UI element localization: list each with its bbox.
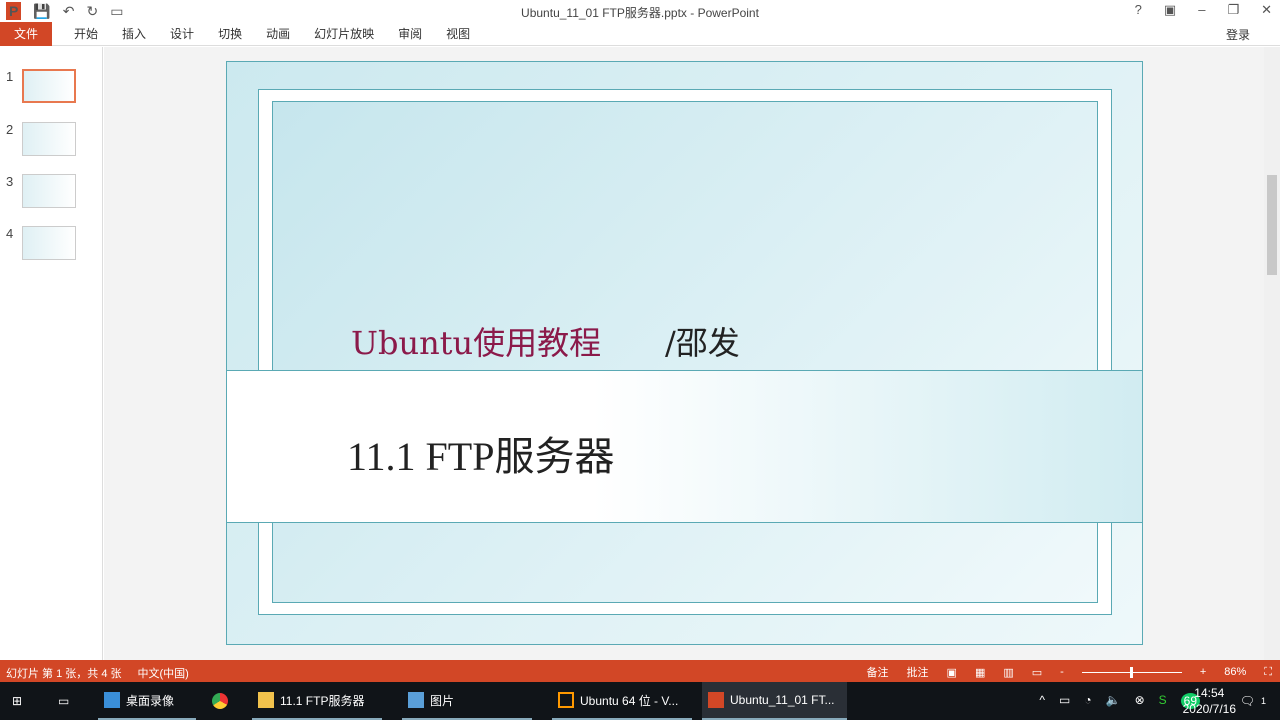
- slide-title[interactable]: 11.1 FTP服务器: [347, 424, 614, 482]
- language[interactable]: 中文(中国): [138, 665, 189, 681]
- slide-number: 2: [6, 122, 14, 137]
- taskbar-item[interactable]: Ubuntu 64 位 - V...: [552, 682, 692, 720]
- slide-author[interactable]: /邵发: [665, 318, 740, 364]
- taskbar-item[interactable]: 桌面录像: [98, 682, 196, 720]
- taskbar-label: 11.1 FTP服务器: [280, 693, 365, 708]
- powerpoint-icon: [708, 692, 724, 708]
- slide-editor: Ubuntu使用教程 /邵发 11.1 FTP服务器: [104, 47, 1264, 660]
- slide-thumbnail[interactable]: 4: [6, 226, 76, 260]
- login-link[interactable]: 登录: [1226, 26, 1250, 43]
- tab-file[interactable]: 文件: [0, 21, 53, 46]
- reading-view-icon[interactable]: ▥: [1003, 666, 1013, 679]
- system-tray: ^ ▭ ◔ 🔈 ⊗ S 69: [1039, 693, 1200, 709]
- zoom-out-button[interactable]: -: [1060, 666, 1064, 678]
- tab-animations[interactable]: 动画: [254, 22, 302, 46]
- close-circle-icon[interactable]: ⊗: [1135, 693, 1145, 709]
- title-bar: P 💾 ↶ ↻ ▭ Ubuntu_11_01 FTP服务器.pptx - Pow…: [0, 0, 1280, 22]
- battery-icon[interactable]: ▭: [1059, 693, 1070, 709]
- minimize-button[interactable]: –: [1198, 2, 1205, 18]
- start-button[interactable]: ⊞: [12, 682, 22, 720]
- taskbar-item[interactable]: 11.1 FTP服务器: [252, 682, 382, 720]
- task-view-button[interactable]: ▭: [58, 682, 69, 720]
- slide-thumbnail[interactable]: 2: [6, 122, 76, 156]
- chrome-icon[interactable]: [212, 682, 228, 720]
- tab-insert[interactable]: 插入: [110, 22, 158, 46]
- thumbnail-image: [22, 122, 76, 156]
- thumbnail-image: [22, 69, 76, 103]
- maximize-button[interactable]: ❐: [1227, 2, 1239, 18]
- taskbar-label: Ubuntu 64 位 - V...: [580, 693, 679, 708]
- time: 14:54: [1194, 686, 1225, 700]
- slide-number: 4: [6, 226, 14, 241]
- slide[interactable]: Ubuntu使用教程 /邵发 11.1 FTP服务器: [226, 61, 1143, 645]
- taskbar-item[interactable]: Ubuntu_11_01 FT...: [702, 682, 847, 720]
- slide-thumbnail[interactable]: 3: [6, 174, 76, 208]
- close-button[interactable]: ✕: [1261, 2, 1272, 18]
- recorder-icon: [104, 692, 120, 708]
- app-s-icon[interactable]: S: [1159, 693, 1167, 709]
- vertical-scrollbar[interactable]: [1264, 47, 1280, 660]
- ribbon-options-button[interactable]: ▣: [1164, 2, 1176, 18]
- tab-transitions[interactable]: 切换: [206, 22, 254, 46]
- tab-design[interactable]: 设计: [158, 22, 206, 46]
- slide-thumbnails: 1 2 3 4: [0, 47, 103, 660]
- thumbnail-image: [22, 226, 76, 260]
- notification-icon[interactable]: 🗨 1: [1240, 682, 1266, 720]
- slide-info: 幻灯片 第 1 张，共 4 张: [6, 668, 122, 680]
- status-bar: 幻灯片 第 1 张，共 4 张 中文(中国) 备注 批注 ▣ ▦ ▥ ▭ - +…: [0, 660, 1280, 682]
- comments-button[interactable]: 批注: [907, 664, 929, 680]
- zoom-level[interactable]: 86%: [1224, 666, 1246, 678]
- tab-slideshow[interactable]: 幻灯片放映: [302, 22, 386, 46]
- slide-subtitle[interactable]: Ubuntu使用教程: [351, 318, 601, 364]
- photos-icon: [408, 692, 424, 708]
- taskbar-label: 图片: [430, 693, 455, 708]
- slideshow-icon[interactable]: ▭: [1032, 666, 1042, 679]
- zoom-slider[interactable]: [1081, 666, 1182, 678]
- help-button[interactable]: ?: [1135, 2, 1142, 18]
- slide-sorter-icon[interactable]: ▦: [975, 666, 985, 679]
- zoom-in-button[interactable]: +: [1200, 666, 1206, 678]
- slide-number: 1: [6, 69, 14, 84]
- chevron-up-icon[interactable]: ^: [1039, 693, 1045, 709]
- thumbnail-image: [22, 174, 76, 208]
- slide-thumbnail[interactable]: 1: [6, 69, 76, 103]
- vmware-icon: [558, 692, 574, 708]
- notes-button[interactable]: 备注: [867, 664, 889, 680]
- notification-count: 1: [1260, 696, 1266, 706]
- folder-icon: [258, 692, 274, 708]
- window-title: Ubuntu_11_01 FTP服务器.pptx - PowerPoint: [521, 6, 759, 20]
- wifi-icon[interactable]: ◔: [1084, 693, 1091, 709]
- taskbar: ⊞ ▭ 桌面录像 11.1 FTP服务器 图片 Ubuntu 64 位 - V.…: [0, 682, 1280, 720]
- taskbar-item[interactable]: 图片: [402, 682, 532, 720]
- fit-slide-icon[interactable]: ⛶: [1264, 666, 1272, 679]
- zoom-slider-thumb[interactable]: [1129, 666, 1133, 678]
- normal-view-icon[interactable]: ▣: [947, 666, 957, 679]
- taskbar-label: Ubuntu_11_01 FT...: [730, 693, 835, 707]
- tab-home[interactable]: 开始: [62, 22, 110, 46]
- scrollbar-thumb[interactable]: [1267, 175, 1277, 275]
- tab-review[interactable]: 审阅: [386, 22, 434, 46]
- tab-view[interactable]: 视图: [434, 22, 482, 46]
- ribbon-tabs: 文件 开始 插入 设计 切换 动画 幻灯片放映 审阅 视图: [0, 21, 1280, 46]
- volume-icon[interactable]: 🔈: [1106, 693, 1121, 709]
- clock[interactable]: 14:54 2020/7/16: [1183, 685, 1236, 717]
- date: 2020/7/16: [1182, 702, 1236, 716]
- slide-number: 3: [6, 174, 14, 189]
- taskbar-label: 桌面录像: [126, 693, 175, 708]
